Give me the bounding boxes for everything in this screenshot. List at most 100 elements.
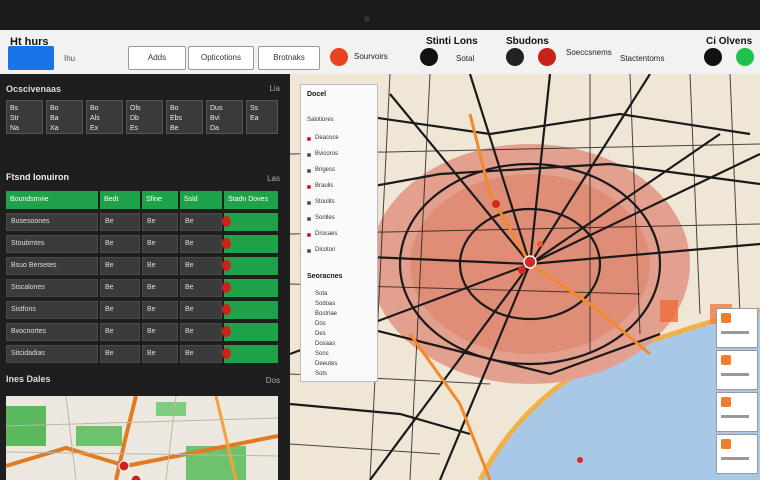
- top-bar: Ht hurs Ihu Adds Opticotions Brotnaks So…: [0, 30, 760, 75]
- table-cell: Be: [142, 213, 178, 231]
- poi-card[interactable]: [716, 308, 758, 348]
- table-row[interactable]: Siscalones Be Be Be: [6, 279, 278, 297]
- table-cell: Sitcidadias: [6, 345, 98, 363]
- list-item[interactable]: Dosaas: [315, 341, 335, 347]
- alert-dot-icon[interactable]: [222, 326, 231, 337]
- list-bullet-icon: [307, 249, 311, 253]
- list-item[interactable]: Brigess: [315, 167, 335, 173]
- stat-tile-5[interactable]: Bo Ebs Be: [166, 100, 203, 134]
- nav-button-brotnaks[interactable]: Brotnaks: [258, 46, 320, 70]
- grid-header-cell[interactable]: Bedt: [100, 191, 140, 209]
- list-item[interactable]: Des: [315, 331, 326, 337]
- table-cell: Be: [100, 257, 140, 275]
- table-cell: Be: [180, 235, 222, 253]
- stat-tile-3[interactable]: Bo Als Ex: [86, 100, 123, 134]
- list-item[interactable]: Dicoton: [315, 247, 335, 253]
- table-cell: Siscalones: [6, 279, 98, 297]
- status-dot-red[interactable]: [538, 48, 556, 66]
- status-dot-dark-1[interactable]: [420, 48, 438, 66]
- table-cell: Be: [142, 279, 178, 297]
- list-item[interactable]: Bvicoros: [315, 151, 338, 157]
- list-item[interactable]: Stoulits: [315, 199, 335, 205]
- status-dot-dark-2[interactable]: [506, 48, 524, 66]
- table-cell: Be: [142, 257, 178, 275]
- list-subtitle: Salotiores: [307, 117, 334, 123]
- table-cell: Be: [180, 213, 222, 231]
- mini-map[interactable]: [6, 396, 278, 480]
- table-cell: Bvocnortes: [6, 323, 98, 341]
- section-title-feed: Ftsnd Ionuiron: [6, 172, 69, 182]
- poi-badge-icon: [721, 355, 731, 365]
- table-row[interactable]: Sitcidadias Be Be Be: [6, 345, 278, 363]
- poi-card[interactable]: [716, 434, 758, 474]
- table-cell: Be: [180, 301, 222, 319]
- list-item[interactable]: Sons: [315, 351, 329, 357]
- alert-dot-icon[interactable]: [222, 260, 231, 271]
- alert-dot-icon[interactable]: [222, 282, 231, 293]
- list-item[interactable]: Sodoas: [315, 301, 335, 307]
- poi-card[interactable]: [716, 350, 758, 390]
- table-cell: Be: [100, 235, 140, 253]
- status-dot-dark-3[interactable]: [704, 48, 722, 66]
- poi-badge-icon: [721, 313, 731, 323]
- table-row[interactable]: Bsuo Bersetes Be Be Be: [6, 257, 278, 275]
- grid-header-cell[interactable]: Boundsmvie: [6, 191, 98, 209]
- list-bullet-icon: [307, 185, 311, 189]
- alert-dot-icon[interactable]: [222, 216, 231, 227]
- online-status-icon[interactable]: [736, 48, 754, 66]
- alert-dot-icon[interactable]: [222, 304, 231, 315]
- list-item[interactable]: Deeutes: [315, 361, 337, 367]
- home-button[interactable]: [8, 46, 54, 70]
- stat-tile-2[interactable]: Bo Ba Xa: [46, 100, 83, 134]
- list-bullet-icon: [307, 169, 311, 173]
- list-title: Docel: [307, 91, 327, 98]
- list-bullet-icon: [307, 201, 311, 205]
- list-item[interactable]: Dos: [315, 321, 326, 327]
- list-item[interactable]: Braulis: [315, 183, 333, 189]
- camera-icon: [364, 16, 370, 22]
- alert-status-icon[interactable]: [330, 48, 348, 66]
- table-cell: [224, 345, 278, 363]
- table-cell: Be: [142, 345, 178, 363]
- list-bullet-icon: [307, 233, 311, 237]
- table-row[interactable]: Stoubmtes Be Be Be: [6, 235, 278, 253]
- list-item[interactable]: Sonlles: [315, 215, 335, 221]
- list-item[interactable]: Drocaes: [315, 231, 337, 237]
- list-item[interactable]: Deacoce: [315, 135, 339, 141]
- alert-dot-icon[interactable]: [222, 348, 231, 359]
- poi-text-line: [721, 415, 749, 418]
- poi-card[interactable]: [716, 392, 758, 432]
- nav-button-adds[interactable]: Adds: [128, 46, 186, 70]
- list-item[interactable]: Sota: [315, 291, 327, 297]
- app-subtitle: Ihu: [64, 54, 76, 63]
- table-row[interactable]: Sistfons Be Be Be: [6, 301, 278, 319]
- stat-tile-6[interactable]: Dus Bvi Da: [206, 100, 243, 134]
- table-row[interactable]: Busesoones Be Be Be: [6, 213, 278, 231]
- grid-header-cell[interactable]: Ssld: [180, 191, 222, 209]
- table-cell: Be: [142, 301, 178, 319]
- section-icon-lines[interactable]: Dos: [266, 376, 280, 385]
- screen: Ht hurs Ihu Adds Opticotions Brotnaks So…: [0, 30, 760, 480]
- table-cell: [224, 213, 278, 231]
- poi-text-line: [721, 457, 749, 460]
- poi-badge-icon: [721, 397, 731, 407]
- table-cell: Be: [142, 235, 178, 253]
- section-icon-feed[interactable]: Las: [267, 174, 280, 183]
- left-panel: Ocscivenaas Lia Bs Str Na Bo Ba Xa Bo Als Ex O…: [0, 74, 290, 480]
- alert-dot-icon[interactable]: [222, 238, 231, 249]
- section-icon-overview[interactable]: Lia: [269, 84, 280, 93]
- list-item[interactable]: Bostriae: [315, 311, 337, 317]
- list-bullet-icon: [307, 217, 311, 221]
- grid-header-cell[interactable]: Sfine: [142, 191, 178, 209]
- stat-tile-1[interactable]: Bs Str Na: [6, 100, 43, 134]
- stat-tile-4[interactable]: Ols Db Es: [126, 100, 163, 134]
- table-cell: Be: [180, 257, 222, 275]
- nav-button-opticotions[interactable]: Opticotions: [188, 46, 254, 70]
- layers-list-panel[interactable]: Docel Salotiores Deacoce Bvicoros Brigess B…: [300, 84, 378, 382]
- table-cell: Be: [100, 213, 140, 231]
- table-row[interactable]: Bvocnortes Be Be Be: [6, 323, 278, 341]
- stat-tile-7[interactable]: Ss Ea: [246, 100, 278, 134]
- list-bullet-icon: [307, 137, 311, 141]
- grid-header-cell[interactable]: Stadn Doves: [224, 191, 278, 209]
- list-item[interactable]: Sots: [315, 371, 327, 377]
